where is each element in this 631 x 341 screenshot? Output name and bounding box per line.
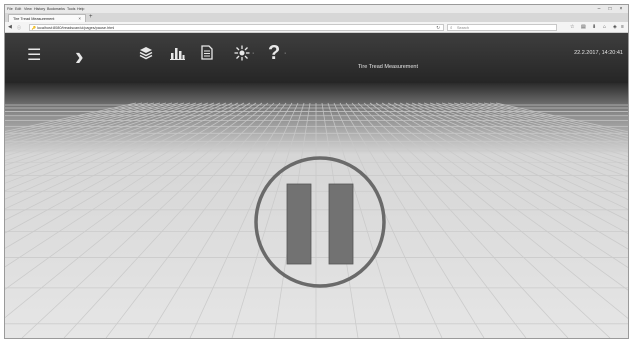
menu-history[interactable]: History	[34, 7, 45, 11]
menu-bar: File Edit View History Bookmarks Tools H…	[5, 5, 628, 13]
brightness-dropdown-marker[interactable]: ·	[252, 50, 254, 57]
minimize-button[interactable]: –	[595, 5, 603, 13]
url-text[interactable]: localhost:8080/treadscan/ui/pages/pause.…	[37, 26, 114, 30]
scene-canvas	[5, 83, 628, 338]
menu-icon[interactable]: ≡	[621, 24, 624, 31]
key-icon: 🔑	[31, 26, 36, 30]
layers-icon[interactable]	[139, 46, 153, 64]
chart-icon[interactable]	[170, 46, 185, 64]
search-icon: ⌕	[450, 25, 453, 30]
navigation-bar: ◀ ⓘ 🔑 localhost:8080/treadscan/ui/pages/…	[5, 22, 628, 33]
menu-help[interactable]: Help	[77, 7, 84, 11]
chevron-right-icon[interactable]: ›	[75, 43, 84, 69]
tab-title: Tire Tread Measurement	[13, 16, 55, 21]
app-title: Tire Tread Measurement	[358, 64, 419, 70]
brightness-icon[interactable]	[234, 45, 250, 65]
hamburger-menu-icon[interactable]: ☰	[27, 48, 41, 64]
reload-icon[interactable]: ↻	[436, 25, 440, 31]
menu-file[interactable]: File	[7, 7, 13, 11]
menu-tools[interactable]: Tools	[67, 7, 75, 11]
pause-bar-right	[328, 183, 354, 265]
close-window-button[interactable]: ×	[617, 5, 625, 13]
search-bar[interactable]: ⌕ Search	[447, 24, 557, 31]
menu-view[interactable]: View	[24, 7, 32, 11]
app-header: ☰ › · ? · Tire Tread Measurement 22.2.20…	[5, 33, 628, 83]
maximize-button[interactable]: □	[606, 5, 614, 13]
tab-strip: Tire Tread Measurement × +	[5, 13, 628, 22]
date-time-display: 22.2.2017, 14:20:41	[574, 50, 623, 56]
browser-window: File Edit View History Bookmarks Tools H…	[4, 4, 629, 339]
new-tab-button[interactable]: +	[89, 14, 93, 21]
tab-close-icon[interactable]: ×	[78, 16, 81, 21]
url-bar[interactable]: 🔑 localhost:8080/treadscan/ui/pages/paus…	[29, 24, 444, 31]
pause-bar-left	[286, 183, 312, 265]
download-icon[interactable]: ⬇	[592, 24, 596, 31]
menu-edit[interactable]: Edit	[15, 7, 21, 11]
tab-tire-tread-measurement[interactable]: Tire Tread Measurement ×	[8, 13, 86, 22]
pocket-icon[interactable]: ◈	[613, 24, 617, 31]
site-info-icon[interactable]: ⓘ	[17, 24, 21, 31]
back-button[interactable]: ◀	[8, 24, 12, 31]
search-placeholder[interactable]: Search	[457, 26, 469, 30]
menu-bookmarks[interactable]: Bookmarks	[47, 7, 65, 11]
home-icon[interactable]: ⌂	[603, 24, 606, 31]
library-icon[interactable]: ▤	[581, 24, 586, 31]
star-icon[interactable]: ☆	[570, 24, 574, 31]
help-dropdown-marker[interactable]: ·	[284, 50, 286, 57]
help-icon[interactable]: ?	[268, 43, 280, 63]
measurement-scene	[5, 83, 628, 338]
document-icon[interactable]	[201, 45, 213, 64]
